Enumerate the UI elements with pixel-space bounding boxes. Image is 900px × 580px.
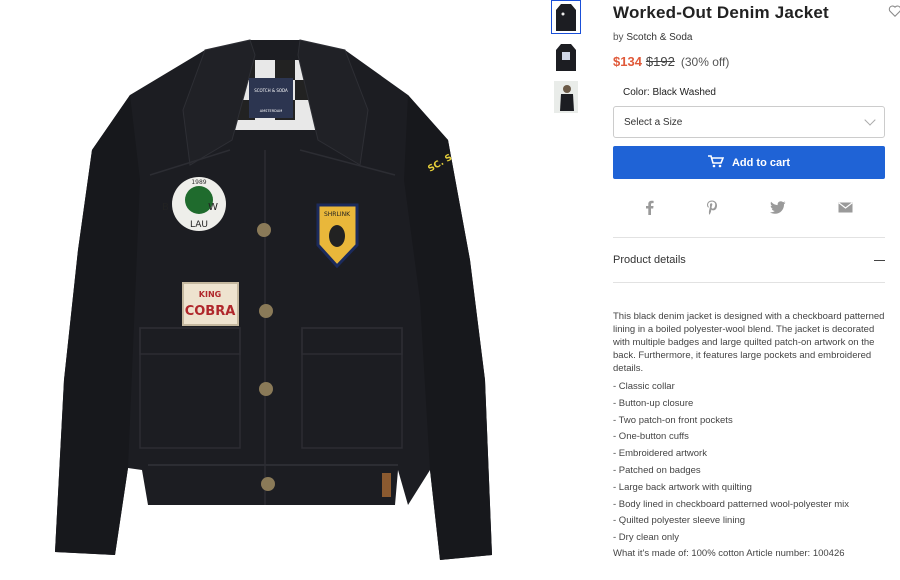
chevron-down-icon [864, 114, 876, 126]
price-row: $134 $192 (30% off) [613, 54, 885, 69]
heart-icon[interactable] [888, 4, 900, 18]
brand-link[interactable]: Scotch & Soda [626, 32, 692, 43]
list-item: - Body lined in checkboard patterned woo… [613, 498, 850, 510]
size-select[interactable]: Select a Size [613, 106, 885, 138]
by-prefix: by [613, 32, 624, 43]
materials-text: What it's made of: 100% cotton Article n… [613, 547, 845, 559]
thumbnail-back[interactable] [551, 40, 581, 74]
feature-list: - Classic collar - Button-up closure - T… [613, 379, 885, 547]
divider-bottom [613, 282, 885, 283]
add-to-cart-label: Add to cart [731, 156, 791, 169]
discount-label: (30% off) [680, 55, 730, 69]
facebook-icon[interactable] [645, 200, 654, 215]
add-to-cart-button[interactable]: Add to cart [613, 146, 885, 179]
list-item: - Quilted polyester sleeve lining [613, 515, 746, 527]
original-price: $192 [645, 54, 675, 69]
list-item: - Patched on badges [613, 464, 701, 476]
patch-cobra-line1: KING [199, 290, 221, 299]
share-row [613, 197, 885, 217]
color-label: Color: Black Washed [623, 87, 716, 98]
thumbnail-list [551, 0, 583, 120]
product-details-heading: Product details [613, 254, 686, 266]
product-main-image[interactable]: SCOTCH & SODA AMSTERDAM 1989 B W LAU SHR… [0, 0, 540, 580]
sale-price: $134 [613, 54, 642, 69]
list-item: - Dry clean only [613, 532, 679, 544]
email-icon[interactable] [838, 201, 853, 213]
size-select-placeholder: Select a Size [624, 116, 683, 128]
list-item: - One-button cuffs [613, 431, 689, 443]
patch-shrink-text: SHRLINK [324, 211, 351, 218]
product-info-panel: Worked-Out Denim Jacket by Scotch & Soda… [613, 0, 885, 561]
list-item: - Two patch-on front pockets [613, 414, 733, 426]
product-details-toggle[interactable]: Product details [613, 238, 885, 282]
brand-line: by Scotch & Soda [613, 32, 885, 43]
label-bottom-text: AMSTERDAM [260, 109, 282, 113]
list-item: - Button-up closure [613, 397, 694, 409]
product-title: Worked-Out Denim Jacket [613, 3, 829, 22]
patch-skull-top: 1989 [191, 179, 206, 186]
thumbnail-front[interactable] [551, 0, 581, 34]
product-description: This black denim jacket is designed with… [613, 311, 885, 374]
pinterest-icon[interactable] [706, 200, 718, 215]
cart-icon [707, 154, 725, 171]
minus-icon [874, 259, 885, 261]
twitter-icon[interactable] [770, 200, 786, 214]
patch-skull-bottom: LAU [190, 220, 208, 230]
thumbnail-model[interactable] [551, 80, 581, 114]
list-item: - Classic collar [613, 381, 675, 392]
patch-skull-letters: B W [162, 202, 236, 213]
patch-cobra-line2: COBRA [185, 304, 236, 319]
list-item: - Large back artwork with quilting [613, 481, 752, 493]
jacket-illustration: SCOTCH & SODA AMSTERDAM 1989 B W LAU SHR… [55, 39, 492, 560]
list-item: - Embroidered artwork [613, 448, 707, 460]
label-top-text: SCOTCH & SODA [254, 88, 288, 93]
